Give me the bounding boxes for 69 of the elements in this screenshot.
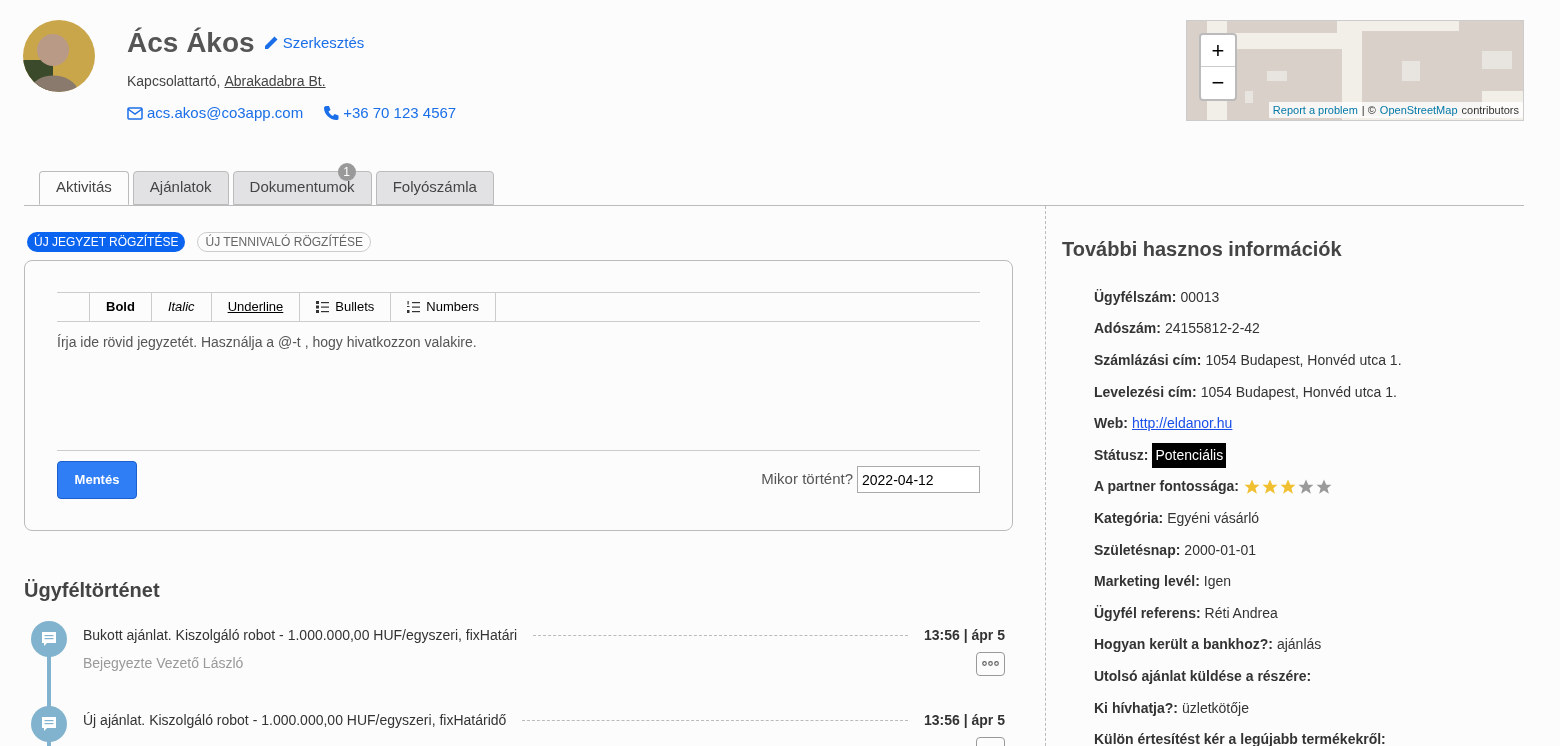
info-value: 1054 Budapest, Honvéd utca 1. [1205,351,1402,370]
info-label: Státusz: [1094,445,1149,465]
history-entry-time: 13:56 | ápr 5 [924,710,1005,730]
info-label: Születésnap: [1094,540,1181,560]
info-label: Külön értesítést kér a legújabb termékekről: [1094,730,1386,746]
phone-icon [323,105,340,122]
company-link[interactable]: Abrakadabra Bt. [224,71,326,92]
info-label: Levelezési cím: [1094,382,1197,402]
note-editor[interactable]: Bold Italic Underline Bullets Numbers Írja ide rövid jegyzetét. Használja a @-t , hogy hivatkozzon valakire. Mentés Mikor történt? 2022-04-12 [24,259,1013,531]
info-label: Kategória: [1094,508,1164,528]
pencil-icon [262,35,279,51]
more-button[interactable] [976,651,1005,676]
attribution-text: contributors [1461,102,1519,118]
info-label: Web: [1094,414,1128,434]
note-field[interactable]: Írja ide rövid jegyzetét. Használja a @-t , hogy hivatkozzon valakire. [57,331,980,450]
status-badge: Potenciális [1152,442,1227,468]
note-mode-pill[interactable]: ÚJ JEGYZET RÖGZÍTÉSE [27,231,186,252]
more-icon [982,661,999,666]
history-title: Ügyféltörténet [24,577,161,603]
envelope-icon [127,106,143,120]
zoom-out-button[interactable]: − [1201,67,1235,99]
tab[interactable]: Folyószámla [375,170,494,205]
numbered-list-icon [407,300,421,313]
history-entry-time: 13:56 | ápr 5 [924,625,1005,645]
format-button[interactable]: Underline [210,292,300,321]
date-label: Mikor történt? [761,469,853,490]
info-label: Marketing levél: [1094,572,1200,592]
format-button[interactable]: Bullets [299,292,391,321]
save-button[interactable]: Mentés [57,460,137,499]
edit-link[interactable]: Szerkesztés [262,31,365,55]
date-field[interactable]: 2022-04-12 [857,466,980,493]
email-link[interactable]: acs.akos@co3app.com [127,102,304,125]
tab[interactable]: Aktivitás [39,170,129,205]
openstreetmap-link[interactable]: OpenStreetMap [1379,101,1458,118]
zoom-in-button[interactable]: + [1201,35,1235,67]
contact-role: Kapcsolattartó, [127,72,221,91]
info-label: Adószám: [1094,319,1161,339]
count-badge: 1 [337,162,356,181]
history-entry-text: Bukott ajánlat. Kiszolgáló robot - 1.000.000,00 HUF/egyszeri, fixHatári [83,625,518,645]
info-title: További hasznos információk [1062,236,1343,262]
info-value: Igen [1203,572,1232,592]
bullet-list-icon [316,300,330,313]
info-value: Réti Andrea [1204,603,1278,623]
history-entry-text: Új ajánlat. Kiszolgáló robot - 1.000.000,00 HUF/egyszeri, fixHatáridő [83,710,507,730]
info-value: Egyéni vásárló [1167,508,1260,528]
info-label: Ügyfél referens: [1094,603,1201,623]
format-button[interactable]: Italic [150,292,211,321]
info-label: Hogyan került a bankhoz?: [1094,635,1273,655]
info-label: Utolsó ajánlat küldése a részére: [1094,666,1312,686]
report-problem-link[interactable]: Report a problem [1272,101,1358,118]
info-label: Ki hívhatja?: [1094,698,1178,718]
info-label: Ügyfélszám: [1094,287,1177,307]
info-value: 24155812-2-42 [1164,319,1260,339]
format-button[interactable]: Numbers [390,292,497,321]
map[interactable]: + − Report a problem | © OpenStreetMap contributors [1186,20,1524,121]
attribution-separator: | © [1361,102,1376,118]
history-entry-author: Bejegyezte Vezető László [83,654,244,673]
info-value: üzletkötője [1182,698,1249,718]
tab[interactable]: Ajánlatok [132,170,229,205]
info-label: Számlázási cím: [1094,351,1202,370]
info-value: ajánlás [1276,635,1322,655]
info-value: 1054 Budapest, Honvéd utca 1. [1200,382,1397,402]
format-button[interactable]: Bold [89,292,151,321]
website-link[interactable]: http://eldanor.hu [1131,413,1233,435]
info-label: A partner fontossága: [1094,477,1239,497]
info-value: 00013 [1180,287,1220,307]
info-value: 2000-01-01 [1184,540,1256,560]
contact-name: Ács Ákos [127,26,255,60]
phone-link[interactable]: +36 70 123 4567 [323,102,457,125]
